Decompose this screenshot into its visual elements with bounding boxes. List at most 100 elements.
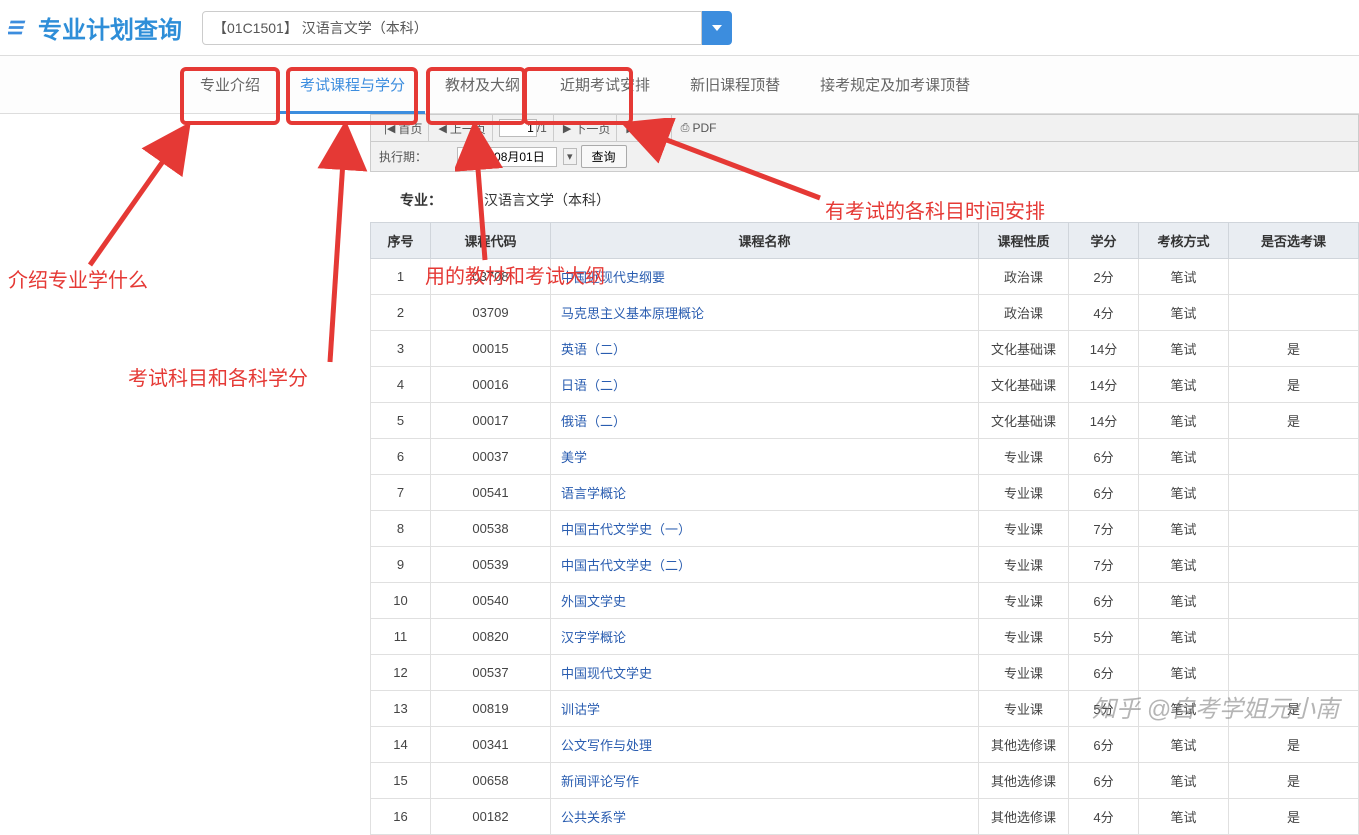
tab-additional-rules[interactable]: 接考规定及加考课顶替 <box>800 56 990 113</box>
courses-table: 序号 课程代码 课程名称 课程性质 学分 考核方式 是否选考课 103708中国… <box>370 222 1359 835</box>
cell-course-name: 中国现代文学史 <box>551 655 979 691</box>
table-row: 300015英语（二）文化基础课14分笔试是 <box>371 331 1359 367</box>
table-row: 1000540外国文学史专业课6分笔试 <box>371 583 1359 619</box>
toolbar-pdf[interactable]: ⎙PDF <box>672 115 723 141</box>
cell-course-name: 汉字学概论 <box>551 619 979 655</box>
cell-course-name: 外国文学史 <box>551 583 979 619</box>
th-credit: 学分 <box>1069 223 1139 259</box>
cell-code: 00820 <box>431 619 551 655</box>
tab-course-replace[interactable]: 新旧课程顶替 <box>670 56 800 113</box>
table-row: 800538中国古代文学史（一）专业课7分笔试 <box>371 511 1359 547</box>
cell-seq: 5 <box>371 403 431 439</box>
course-link[interactable]: 美学 <box>561 450 587 465</box>
major-input[interactable] <box>202 11 702 45</box>
table-row: 900539中国古代文学史（二）专业课7分笔试 <box>371 547 1359 583</box>
first-page-icon: |◀ <box>384 122 395 135</box>
cell-elect <box>1229 439 1359 475</box>
course-link[interactable]: 外国文学史 <box>561 594 626 609</box>
date-dropdown-icon[interactable]: ▾ <box>563 148 577 165</box>
cell-type: 其他选修课 <box>979 799 1069 835</box>
cell-type: 文化基础课 <box>979 331 1069 367</box>
course-link[interactable]: 英语（二） <box>561 342 626 357</box>
table-row: 1400341公文写作与处理其他选修课6分笔试是 <box>371 727 1359 763</box>
cell-code: 00540 <box>431 583 551 619</box>
cell-type: 专业课 <box>979 583 1069 619</box>
header: 专业计划查询 <box>0 0 1359 56</box>
cell-credit: 6分 <box>1069 583 1139 619</box>
major-dropdown-button[interactable] <box>702 11 732 45</box>
course-link[interactable]: 语言学概论 <box>561 486 626 501</box>
cell-elect <box>1229 259 1359 295</box>
cell-type: 政治课 <box>979 259 1069 295</box>
course-link[interactable]: 公共关系学 <box>561 810 626 825</box>
major-value: 汉语言文学（本科） <box>484 190 610 210</box>
course-link[interactable]: 中国近现代史纲要 <box>561 270 665 285</box>
cell-seq: 4 <box>371 367 431 403</box>
cell-course-name: 马克思主义基本原理概论 <box>551 295 979 331</box>
period-bar: 执行期： ▾ 查询 <box>370 142 1359 172</box>
page-title: 专业计划查询 <box>38 10 182 45</box>
cell-type: 专业课 <box>979 619 1069 655</box>
cell-elect <box>1229 655 1359 691</box>
cell-method: 笔试 <box>1139 259 1229 295</box>
cell-course-name: 日语（二） <box>551 367 979 403</box>
cell-seq: 1 <box>371 259 431 295</box>
course-link[interactable]: 中国现代文学史 <box>561 666 652 681</box>
cell-elect: 是 <box>1229 367 1359 403</box>
cell-method: 笔试 <box>1139 619 1229 655</box>
toolbar-next-page[interactable]: ▶下一页 <box>554 115 617 141</box>
cell-seq: 7 <box>371 475 431 511</box>
course-link[interactable]: 训诂学 <box>561 702 600 717</box>
toolbar-prev-page[interactable]: ◀上一页 <box>429 115 492 141</box>
course-link[interactable]: 中国古代文学史（二） <box>561 558 691 573</box>
course-link[interactable]: 新闻评论写作 <box>561 774 639 789</box>
cell-credit: 7分 <box>1069 547 1139 583</box>
major-row: 专业： 汉语言文学（本科） <box>370 190 1359 222</box>
page-input[interactable] <box>499 119 537 137</box>
period-label: 执行期： <box>379 148 427 165</box>
cell-course-name: 中国古代文学史（二） <box>551 547 979 583</box>
tab-materials[interactable]: 教材及大纲 <box>425 56 540 113</box>
th-elect: 是否选考课 <box>1229 223 1359 259</box>
course-link[interactable]: 俄语（二） <box>561 414 626 429</box>
cell-method: 笔试 <box>1139 583 1229 619</box>
course-link[interactable]: 公文写作与处理 <box>561 738 652 753</box>
table-row: 103708中国近现代史纲要政治课2分笔试 <box>371 259 1359 295</box>
th-code: 课程代码 <box>431 223 551 259</box>
cell-method: 笔试 <box>1139 691 1229 727</box>
tab-exam-schedule[interactable]: 近期考试安排 <box>540 56 670 113</box>
period-date-input[interactable] <box>457 147 557 167</box>
course-link[interactable]: 马克思主义基本原理概论 <box>561 306 704 321</box>
arrow-2 <box>300 122 380 367</box>
cell-type: 政治课 <box>979 295 1069 331</box>
table-row: 600037美学专业课6分笔试 <box>371 439 1359 475</box>
cell-code: 00819 <box>431 691 551 727</box>
cell-method: 笔试 <box>1139 367 1229 403</box>
cell-seq: 6 <box>371 439 431 475</box>
cell-course-name: 俄语（二） <box>551 403 979 439</box>
cell-course-name: 英语（二） <box>551 331 979 367</box>
cell-type: 其他选修课 <box>979 763 1069 799</box>
cell-credit: 6分 <box>1069 763 1139 799</box>
query-button[interactable]: 查询 <box>581 145 627 168</box>
cell-elect <box>1229 547 1359 583</box>
cell-code: 00537 <box>431 655 551 691</box>
logo-icon <box>8 17 30 39</box>
toolbar-first-page[interactable]: |◀首页 <box>375 115 429 141</box>
cell-code: 03709 <box>431 295 551 331</box>
course-link[interactable]: 汉字学概论 <box>561 630 626 645</box>
cell-method: 笔试 <box>1139 763 1229 799</box>
cell-method: 笔试 <box>1139 439 1229 475</box>
tab-courses-credits[interactable]: 考试课程与学分 <box>280 56 425 113</box>
tab-intro[interactable]: 专业介绍 <box>180 56 280 113</box>
cell-credit: 14分 <box>1069 331 1139 367</box>
cell-course-name: 中国古代文学史（一） <box>551 511 979 547</box>
cell-type: 专业课 <box>979 655 1069 691</box>
course-link[interactable]: 中国古代文学史（一） <box>561 522 691 537</box>
cell-type: 文化基础课 <box>979 367 1069 403</box>
course-link[interactable]: 日语（二） <box>561 378 626 393</box>
toolbar-last-page[interactable]: ▶|末页 <box>617 115 671 141</box>
cell-seq: 8 <box>371 511 431 547</box>
prev-page-icon: ◀ <box>438 122 446 135</box>
table-row: 1200537中国现代文学史专业课6分笔试 <box>371 655 1359 691</box>
